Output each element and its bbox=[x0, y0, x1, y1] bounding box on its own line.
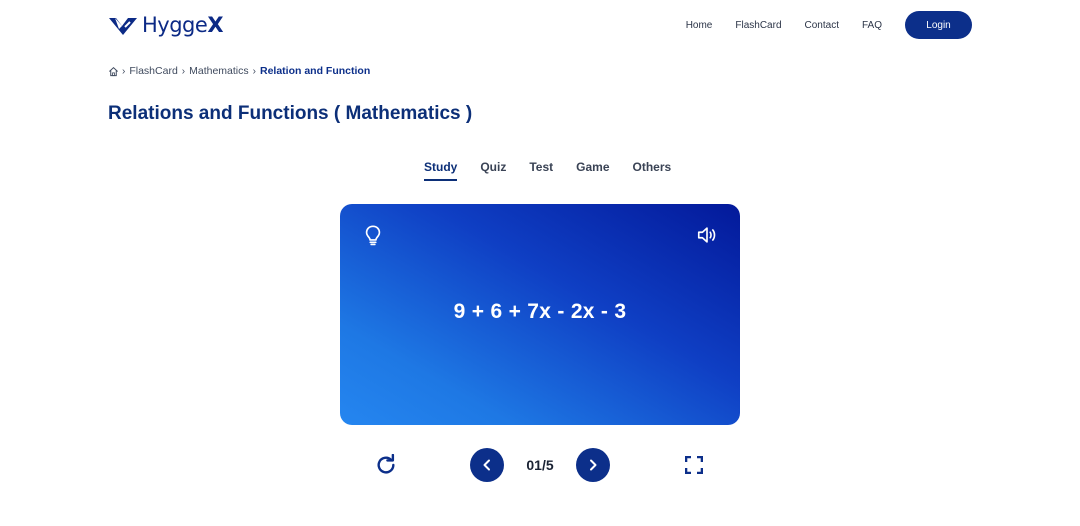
nav-contact[interactable]: Contact bbox=[805, 20, 839, 31]
nav-faq[interactable]: FAQ bbox=[862, 20, 882, 31]
nav-home[interactable]: Home bbox=[686, 20, 713, 31]
card-controls: 01/5 bbox=[0, 447, 1080, 483]
brand-logo[interactable]: HyggeX bbox=[108, 13, 224, 37]
chevron-right-icon: › bbox=[252, 65, 256, 77]
site-header: HyggeX Home FlashCard Contact FAQ Login bbox=[0, 0, 1080, 52]
tab-game[interactable]: Game bbox=[576, 160, 609, 181]
chevron-left-icon bbox=[483, 459, 490, 471]
flashcard[interactable]: 9 + 6 + 7x - 2x - 3 bbox=[340, 204, 740, 425]
chevron-right-icon: › bbox=[181, 65, 186, 77]
chevron-right-icon: › bbox=[122, 65, 126, 77]
login-button[interactable]: Login bbox=[905, 11, 972, 39]
brand-name: HyggeX bbox=[142, 13, 224, 37]
refresh-icon[interactable] bbox=[375, 454, 397, 476]
breadcrumb: › FlashCard › Mathematics › Relation and… bbox=[108, 65, 373, 77]
chevron-right-icon bbox=[590, 459, 597, 471]
card-counter: 01/5 bbox=[526, 457, 554, 473]
main-nav: Home FlashCard Contact FAQ Login bbox=[686, 11, 972, 39]
next-card-button[interactable] bbox=[576, 448, 610, 482]
breadcrumb-flashcard[interactable]: FlashCard bbox=[129, 65, 177, 77]
tab-quiz[interactable]: Quiz bbox=[480, 160, 506, 181]
speaker-icon[interactable] bbox=[696, 224, 718, 246]
breadcrumb-current: Relation and Function bbox=[260, 65, 371, 77]
tab-test[interactable]: Test bbox=[529, 160, 553, 181]
logo-icon bbox=[109, 18, 137, 35]
previous-card-button[interactable] bbox=[470, 448, 504, 482]
tab-study[interactable]: Study bbox=[424, 160, 458, 181]
tab-others[interactable]: Others bbox=[633, 160, 672, 181]
lightbulb-icon[interactable] bbox=[362, 224, 384, 246]
fullscreen-icon[interactable] bbox=[685, 456, 703, 474]
page-title: Relations and Functions ( Mathematics ) bbox=[108, 103, 473, 124]
mode-tabs: Study Quiz Test Game Others bbox=[424, 160, 694, 181]
breadcrumb-mathematics[interactable]: Mathematics bbox=[189, 65, 249, 77]
flashcard-content: 9 + 6 + 7x - 2x - 3 bbox=[453, 300, 627, 323]
home-icon[interactable] bbox=[108, 66, 119, 77]
nav-flashcard[interactable]: FlashCard bbox=[735, 20, 781, 31]
